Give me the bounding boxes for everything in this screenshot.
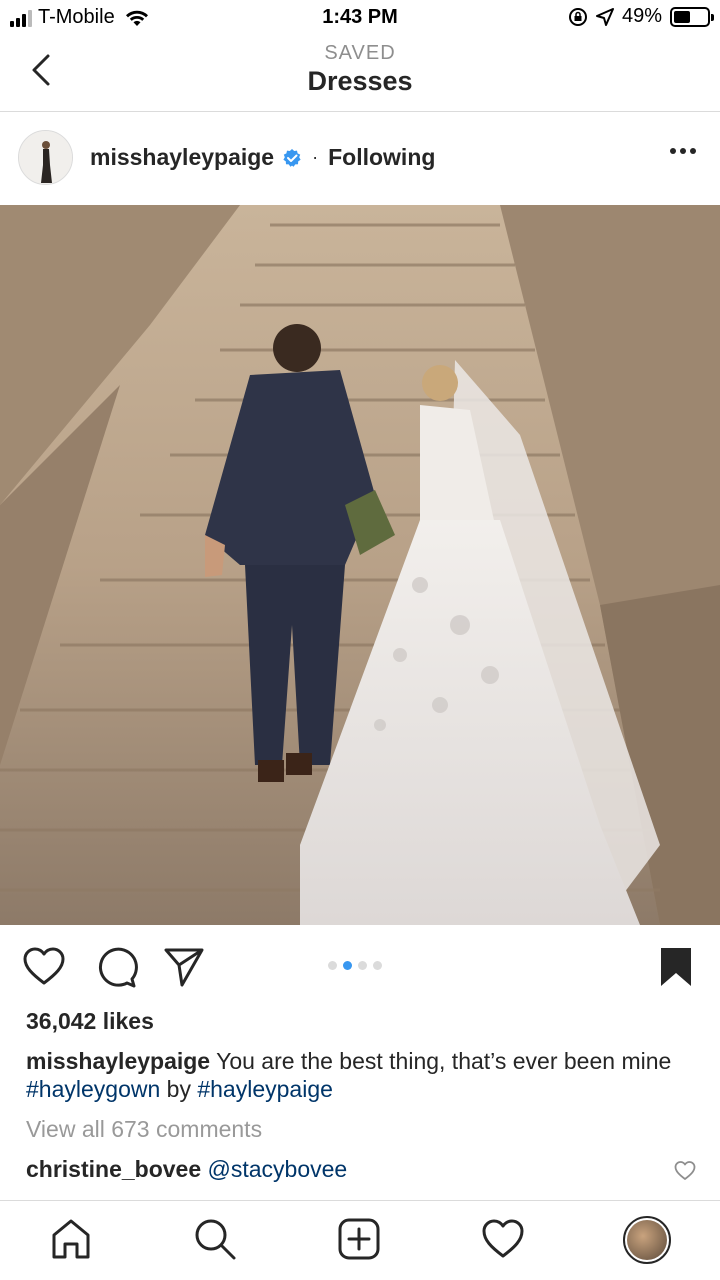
wedding-stairs-image [0, 205, 720, 925]
more-options-icon[interactable] [670, 148, 696, 154]
avatar-image [19, 131, 72, 184]
activity-heart-icon[interactable] [481, 1217, 525, 1261]
post-header: misshayleypaige · Following [0, 112, 720, 205]
hashtag-link[interactable]: #hayleygown [26, 1076, 160, 1102]
caption-text-2: by [166, 1076, 191, 1102]
share-icon[interactable] [162, 945, 206, 989]
comment-row: christine_bovee @stacybovee [26, 1156, 347, 1183]
post-username[interactable]: misshayleypaige [90, 144, 274, 171]
search-icon[interactable] [193, 1217, 237, 1261]
carousel-dot [328, 961, 337, 970]
battery-icon [670, 6, 714, 27]
hashtag-link-2[interactable]: #hayleypaige [197, 1076, 333, 1102]
like-count[interactable]: 36,042 likes [26, 1008, 154, 1035]
carousel-dot [358, 961, 367, 970]
comment-heart-icon[interactable] [674, 1160, 696, 1182]
avatar[interactable] [18, 130, 73, 185]
add-post-icon[interactable] [337, 1217, 381, 1261]
comment-icon[interactable] [94, 945, 138, 989]
view-all-comments-link[interactable]: View all 673 comments [26, 1116, 262, 1143]
heart-icon[interactable] [22, 945, 66, 989]
orientation-lock-icon [568, 7, 587, 26]
separator-dot: · [312, 147, 319, 167]
post-photo[interactable] [0, 205, 720, 925]
bookmark-icon[interactable] [654, 945, 698, 989]
bottom-tab-bar [0, 1200, 720, 1280]
location-icon [595, 7, 614, 26]
page-title: Dresses [307, 66, 413, 96]
verified-badge-icon [283, 148, 301, 167]
carousel-dot [343, 961, 352, 970]
post-caption: misshayleypaige You are the best thing, … [26, 1047, 696, 1103]
status-bar: T-Mobile 1:43 PM 49% [0, 0, 720, 36]
profile-avatar[interactable] [623, 1216, 671, 1264]
caption-username[interactable]: misshayleypaige [26, 1048, 210, 1074]
collection-label: SAVED [324, 42, 396, 64]
nav-header: SAVED Dresses [0, 36, 720, 112]
caption-text: You are the best thing, that’s ever been… [216, 1048, 672, 1074]
carousel-dot [373, 961, 382, 970]
post-user-row: misshayleypaige · Following [90, 144, 435, 171]
following-button[interactable]: Following [328, 144, 435, 171]
home-icon[interactable] [49, 1217, 93, 1261]
profile-avatar-image [627, 1220, 667, 1260]
comment-username[interactable]: christine_bovee [26, 1156, 201, 1182]
battery-percent: 49% [621, 5, 662, 27]
comment-mention[interactable]: @stacybovee [208, 1156, 348, 1182]
status-right: 49% [568, 5, 714, 28]
carousel-indicator [328, 961, 382, 970]
